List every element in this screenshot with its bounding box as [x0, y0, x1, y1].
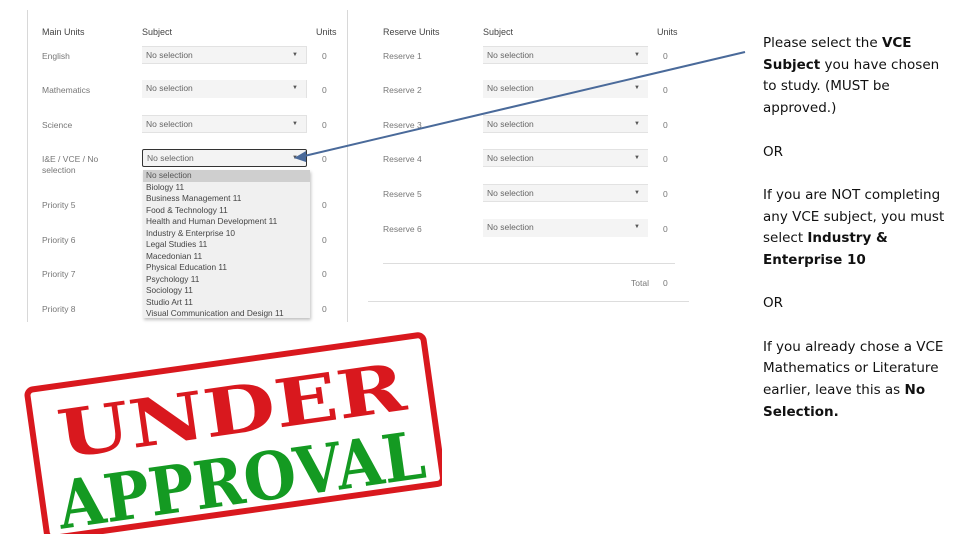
instruction-p3: If you already chose a VCE Mathematics o… [763, 338, 944, 420]
under-approval-stamp: UNDER APPROVAL [24, 332, 442, 534]
instruction-p1: Please select the VCE Subject you have c… [763, 35, 940, 117]
arrow-head-icon [294, 151, 306, 162]
instruction-text: Please select the VCE Subject you have c… [763, 33, 953, 445]
instruction-p2: If you are NOT completing any VCE subjec… [763, 186, 945, 268]
arrow-line [299, 51, 746, 158]
instruction-or-1: OR [763, 143, 784, 160]
instruction-or-2: OR [763, 295, 784, 312]
